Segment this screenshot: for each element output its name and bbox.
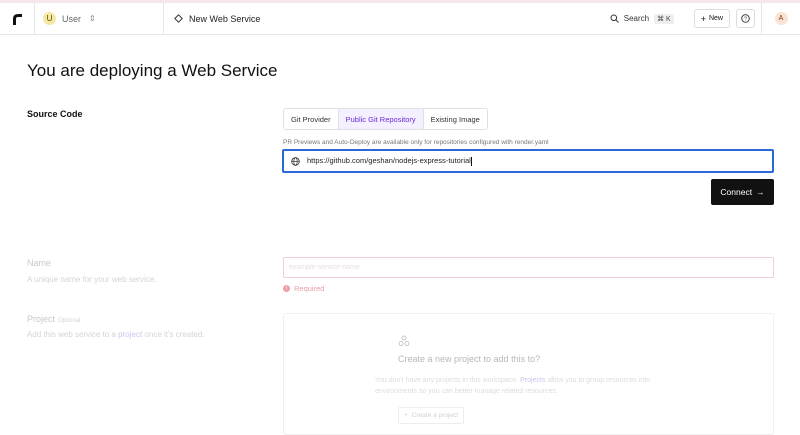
projects-link[interactable]: Projects [520, 377, 545, 384]
error-icon: ! [283, 285, 290, 292]
search-button[interactable]: Search ⌘ K [610, 13, 674, 24]
project-description: Add this web service to a project once i… [27, 330, 205, 339]
page-title: You are deploying a Web Service [27, 61, 278, 80]
new-button[interactable]: + New [693, 9, 730, 28]
required-text: Required [294, 284, 325, 293]
source-tabs: Git Provider Public Git Repository Exist… [283, 108, 488, 130]
arrow-right-icon: → [756, 187, 765, 197]
project-cluster-icon [398, 335, 410, 346]
breadcrumb-current: New Web Service [189, 13, 261, 24]
optional-tag: Optional [58, 318, 81, 324]
search-shortcut: ⌘ K [654, 13, 674, 24]
create-project-label: Create a project [411, 412, 459, 419]
plus-icon: + [404, 412, 408, 419]
search-label: Search [623, 14, 650, 23]
logo-icon [12, 13, 22, 25]
tab-public-git-repository[interactable]: Public Git Repository [338, 109, 424, 129]
service-name-input[interactable]: example-service-name [283, 257, 774, 278]
connect-button[interactable]: Connect → [711, 179, 774, 205]
help-button[interactable]: ? [736, 9, 755, 28]
name-required-error: ! Required [283, 284, 324, 293]
create-project-card: Create a new project to add this to? You… [283, 313, 774, 435]
plus-icon: + [700, 13, 706, 24]
globe-icon [291, 156, 300, 166]
search-icon [610, 14, 619, 23]
account-avatar: A [774, 12, 788, 25]
svg-text:?: ? [744, 17, 747, 23]
workspace-avatar: U [43, 12, 56, 25]
tab-existing-image[interactable]: Existing Image [423, 109, 487, 129]
service-name-placeholder: example-service-name [289, 264, 360, 271]
diamond-icon [174, 14, 183, 23]
project-card-description: You don't have any projects in this work… [375, 377, 651, 395]
help-icon: ? [741, 14, 750, 23]
tab-git-provider[interactable]: Git Provider [284, 109, 339, 129]
name-description: A unique name for your web service. [27, 275, 157, 284]
render-logo[interactable] [0, 2, 35, 35]
chevron-updown-icon: ⇕ [89, 14, 96, 23]
repo-url-value: https://github.com/geshan/nodejs-express… [307, 156, 472, 166]
repo-url-input[interactable]: https://github.com/geshan/nodejs-express… [282, 149, 774, 173]
name-label: Name [27, 258, 52, 268]
breadcrumb: New Web Service [164, 14, 260, 24]
connect-label: Connect [720, 187, 753, 197]
workspace-name: User [62, 13, 82, 24]
project-link[interactable]: project [118, 330, 142, 339]
source-code-label: Source Code [27, 109, 83, 119]
project-card-title: Create a new project to add this to? [398, 354, 541, 364]
top-navigation-bar: U User ⇕ New Web Service Search ⌘ K + Ne… [0, 2, 800, 35]
create-project-button[interactable]: + Create a project [398, 407, 465, 424]
repo-hint: PR Previews and Auto-Deploy are availabl… [283, 139, 549, 146]
account-menu[interactable]: A [761, 2, 800, 35]
project-label: Project Optional [27, 314, 81, 324]
new-label: New [708, 15, 723, 22]
workspace-switcher[interactable]: U User ⇕ [35, 2, 164, 35]
